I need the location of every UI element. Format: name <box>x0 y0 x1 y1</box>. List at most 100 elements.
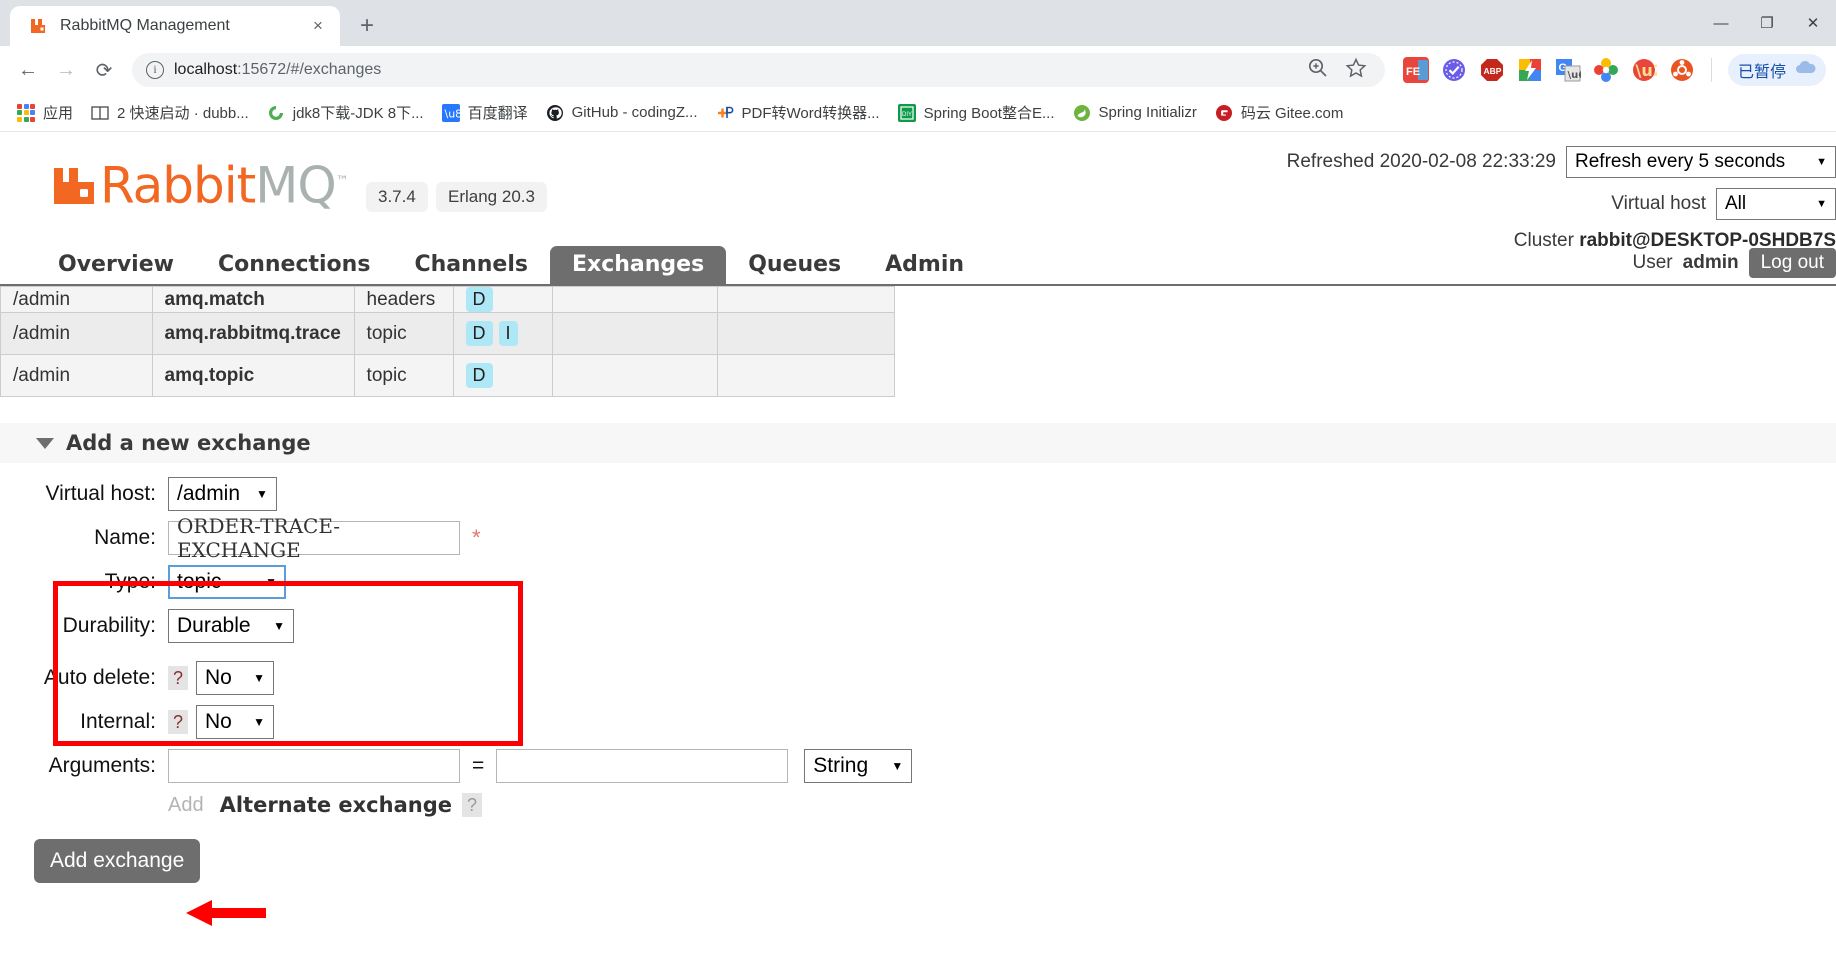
infinity-extension-icon[interactable]: \u221e <box>1631 57 1657 83</box>
cell-name[interactable]: amq.rabbitmq.trace <box>151 312 355 355</box>
type-select[interactable]: topic ▼ <box>168 565 286 599</box>
help-icon[interactable]: ? <box>461 793 482 817</box>
lightning-extension-icon[interactable] <box>1517 57 1543 83</box>
rabbitmq-logo[interactable]: RabbitMQ™ <box>52 160 349 211</box>
auto-delete-select[interactable]: No ▼ <box>196 661 274 695</box>
argument-type-select[interactable]: String ▼ <box>804 749 913 783</box>
zoom-in-icon[interactable] <box>1307 57 1329 84</box>
photos-extension-icon[interactable] <box>1593 57 1619 83</box>
auto-delete-value: No <box>205 666 232 689</box>
cell-vhost: /admin <box>0 286 153 313</box>
nav-tab-overview[interactable]: Overview <box>36 246 196 286</box>
durability-value: Durable <box>177 614 251 637</box>
sync-paused-badge[interactable]: 已暂停 <box>1727 54 1826 86</box>
chevron-down-icon: ▼ <box>253 671 265 685</box>
forward-icon[interactable]: → <box>48 52 84 88</box>
bookmark-gitee[interactable]: 码云 Gitee.com <box>1206 98 1353 127</box>
chevron-down-icon: ▼ <box>253 715 265 729</box>
add-argument-link[interactable]: Add <box>168 794 204 817</box>
spring-icon <box>1073 104 1091 122</box>
browser-tab[interactable]: RabbitMQ Management × <box>10 6 340 46</box>
close-icon[interactable]: × <box>306 14 330 38</box>
cell-extra-1 <box>551 286 719 313</box>
equals-sign: = <box>472 754 485 777</box>
cell-extra-2 <box>717 286 895 313</box>
cell-name[interactable]: amq.match <box>151 286 355 313</box>
bookmark-github[interactable]: GitHub - codingZ... <box>537 100 707 126</box>
pdf-icon <box>716 104 734 122</box>
nav-tab-channels[interactable]: Channels <box>392 246 550 286</box>
minimize-icon[interactable]: — <box>1698 0 1744 46</box>
vhost-filter-select[interactable]: All ▼ <box>1716 188 1836 220</box>
browser-toolbar: ← → ⟳ i localhost:15672/#/exchanges FE A… <box>0 46 1836 94</box>
table-row[interactable]: /admin amq.rabbitmq.trace topic DI <box>0 312 895 355</box>
svg-text:DIY: DIY <box>902 112 912 118</box>
cell-extra-2 <box>717 354 895 397</box>
bookmark-star-icon[interactable] <box>1345 57 1367 84</box>
bookmark-label: Spring Boot整合E... <box>923 105 1055 122</box>
required-marker: * <box>472 525 481 550</box>
bookmark-label: 应用 <box>43 105 74 122</box>
address-bar[interactable]: i localhost:15672/#/exchanges <box>132 53 1385 87</box>
bookmark-dubbo[interactable]: 2 快速启动 · dubb... <box>82 98 258 127</box>
nav-tab-queues[interactable]: Queues <box>726 246 863 286</box>
name-input[interactable]: ORDER-TRACE-EXCHANGE <box>168 514 460 562</box>
refresh-interval-select[interactable]: Refresh every 5 seconds ▼ <box>1566 146 1836 178</box>
add-exchange-button[interactable]: Add exchange <box>34 839 201 883</box>
svg-text:FE: FE <box>1406 66 1420 78</box>
bookmark-baidu-translate[interactable]: \u8bd1 百度翻译 <box>433 98 537 127</box>
adblock-plus-extension-icon[interactable]: ABP <box>1479 57 1505 83</box>
ubuntu-extension-icon[interactable] <box>1669 57 1695 83</box>
bookmark-apps[interactable]: 应用 <box>8 98 82 127</box>
refresh-row: Refreshed 2020-02-08 22:33:29 Refresh ev… <box>1287 146 1836 178</box>
toolbar-divider <box>1710 58 1712 82</box>
translate-icon: \u8bd1 <box>441 103 483 122</box>
window-controls: — ❐ ✕ <box>1698 0 1836 46</box>
bookmark-jdk8[interactable]: jdk8下载-JDK 8下... <box>258 98 433 127</box>
bookmark-label: Spring Initializr <box>1098 104 1197 121</box>
feature-badge: D <box>465 363 493 388</box>
bookmark-springboot[interactable]: DIY Spring Boot整合E... <box>889 98 1064 127</box>
close-window-icon[interactable]: ✕ <box>1790 0 1836 46</box>
nav-tab-admin[interactable]: Admin <box>863 246 986 286</box>
reload-icon[interactable]: ⟳ <box>86 52 122 88</box>
vhost-select[interactable]: /admin ▼ <box>168 477 277 511</box>
site-info-icon[interactable]: i <box>146 61 164 79</box>
nav-tab-connections[interactable]: Connections <box>196 246 392 286</box>
chevron-down-icon: ▼ <box>265 575 277 589</box>
argument-value-input[interactable] <box>496 749 789 783</box>
new-tab-button[interactable]: + <box>350 9 384 43</box>
argument-key-input[interactable] <box>168 749 460 783</box>
cell-name[interactable]: amq.topic <box>151 354 355 397</box>
erlang-badge: Erlang 20.3 <box>436 182 547 212</box>
internal-select[interactable]: No ▼ <box>196 705 274 739</box>
durability-select[interactable]: Durable ▼ <box>168 609 294 643</box>
table-row[interactable]: /admin amq.topic topic D <box>0 354 895 397</box>
app-header: RabbitMQ™ 3.7.4 Erlang 20.3 Refreshed 20… <box>0 132 1836 251</box>
table-row[interactable]: /admin amq.match headers D <box>0 286 895 313</box>
fe-extension-icon[interactable]: FE <box>1402 57 1429 83</box>
google-translate-extension-icon[interactable]: G\u6587 <box>1555 57 1581 83</box>
cell-extra-1 <box>551 354 719 397</box>
name-label: Name: <box>94 526 156 549</box>
nav-tab-exchanges[interactable]: Exchanges <box>549 246 727 286</box>
feature-badge: D <box>465 287 493 312</box>
name-input-value: ORDER-TRACE-EXCHANGE <box>177 514 341 562</box>
add-exchange-section-header[interactable]: Add a new exchange <box>0 423 1836 463</box>
maximize-icon[interactable]: ❐ <box>1744 0 1790 46</box>
bookmark-pdf-converter[interactable]: PDF转Word转换器... <box>707 98 889 127</box>
svg-text:\u8bd1: \u8bd1 <box>444 107 460 120</box>
svg-text:\u221e: \u221e <box>1635 61 1657 80</box>
help-icon[interactable]: ? <box>168 666 188 690</box>
durability-label: Durability: <box>62 614 156 637</box>
checkmark-extension-icon[interactable] <box>1441 57 1467 83</box>
bookmarks-bar: 应用 2 快速启动 · dubb... jdk8下载-JDK 8下... \u8… <box>0 94 1836 132</box>
back-icon[interactable]: ← <box>10 52 46 88</box>
cell-vhost: /admin <box>0 312 153 355</box>
bookmark-spring-initializr[interactable]: Spring Initializr <box>1064 100 1206 126</box>
version-badge: 3.7.4 <box>366 182 428 212</box>
cell-type: topic <box>353 354 454 397</box>
help-icon[interactable]: ? <box>168 710 188 734</box>
logout-button[interactable]: Log out <box>1748 248 1836 278</box>
auto-delete-label: Auto delete: <box>43 666 156 689</box>
